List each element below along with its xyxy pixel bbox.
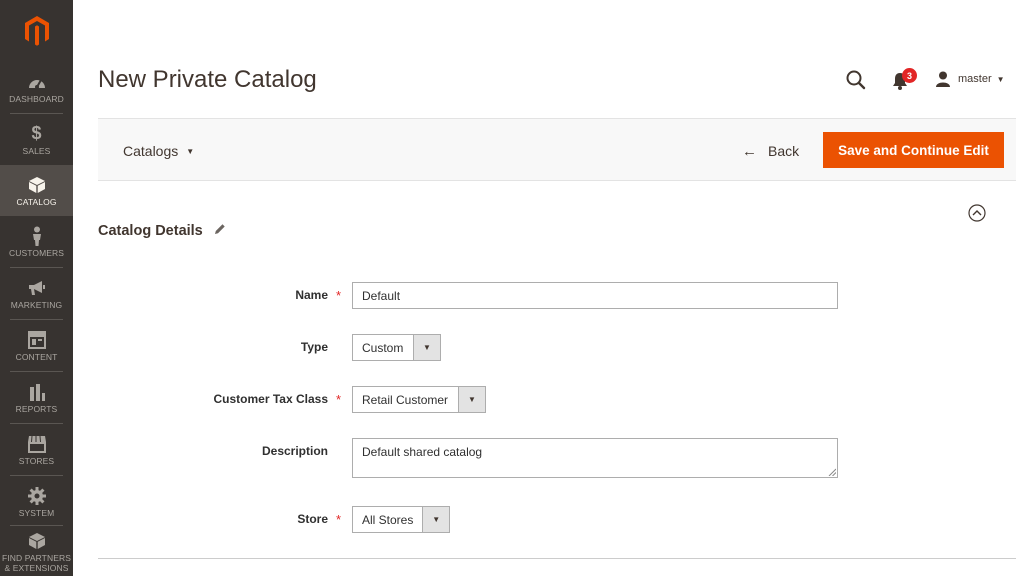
- store-select[interactable]: All Stores ▼: [352, 506, 450, 533]
- description-value: Default shared catalog: [362, 445, 483, 459]
- name-label: Name: [295, 288, 328, 302]
- collapse-section-icon[interactable]: [968, 204, 986, 222]
- sidebar-item-label: DASHBOARD: [9, 93, 64, 104]
- chevron-down-icon: ▼: [996, 74, 1005, 84]
- page-actions-bar: Catalogs ▼ ← Back Save and Continue Edit: [98, 118, 1016, 181]
- box-icon: [28, 175, 46, 195]
- bar-chart-icon: [28, 382, 46, 402]
- sidebar-item-system[interactable]: SYSTEM: [0, 476, 73, 527]
- name-input[interactable]: Default: [352, 282, 838, 309]
- sidebar-item-label: CONTENT: [15, 351, 58, 362]
- user-icon: [936, 71, 950, 87]
- section-divider: [98, 558, 1016, 559]
- sidebar-item-label: MARKETING: [10, 299, 63, 310]
- notification-count-badge: 3: [902, 68, 917, 83]
- tax-class-select-value: Retail Customer: [362, 392, 449, 407]
- sidebar-item-find-partners[interactable]: FIND PARTNERS & EXTENSIONS: [0, 528, 73, 576]
- store-label: Store: [297, 512, 328, 526]
- user-name: master: [958, 73, 992, 85]
- type-select-value: Custom: [362, 340, 404, 355]
- chevron-down-icon: ▼: [186, 146, 195, 156]
- sidebar-item-label: REPORTS: [15, 403, 58, 414]
- page-title: New Private Catalog: [98, 66, 317, 93]
- dashboard-icon: [27, 72, 47, 92]
- sidebar-item-label: CATALOG: [16, 196, 57, 207]
- back-button-label: Back: [768, 143, 800, 159]
- arrow-left-icon: ←: [742, 142, 757, 160]
- layout-icon: [27, 330, 46, 350]
- section-title: Catalog Details: [98, 223, 203, 239]
- user-menu[interactable]: master ▼: [935, 70, 1005, 88]
- sidebar-item-label: STORES: [18, 455, 55, 466]
- sidebar-item-stores[interactable]: STORES: [0, 424, 73, 475]
- resize-handle-icon[interactable]: [828, 468, 836, 476]
- sidebar-item-sales[interactable]: $ SALES: [0, 114, 73, 165]
- sidebar-item-customers[interactable]: CUSTOMERS: [0, 216, 73, 267]
- person-icon: [31, 226, 43, 246]
- description-textarea[interactable]: Default shared catalog: [352, 438, 838, 478]
- gear-icon: [27, 486, 46, 506]
- chevron-down-icon: ▼: [422, 507, 449, 532]
- required-marker: *: [336, 392, 342, 407]
- catalogs-switcher-label: Catalogs: [123, 143, 179, 159]
- sidebar-item-content[interactable]: CONTENT: [0, 320, 73, 371]
- type-select[interactable]: Custom ▼: [352, 334, 441, 361]
- chevron-down-icon: ▼: [413, 335, 440, 360]
- catalogs-switcher[interactable]: Catalogs ▼: [123, 143, 194, 159]
- chevron-down-icon: ▼: [458, 387, 485, 412]
- back-button[interactable]: ← Back: [742, 141, 799, 161]
- sidebar-divider: [10, 525, 63, 526]
- sidebar-item-label: SYSTEM: [18, 507, 55, 518]
- search-icon[interactable]: [845, 69, 867, 91]
- dollar-icon: $: [31, 123, 42, 143]
- sidebar-item-catalog[interactable]: CATALOG: [0, 165, 73, 216]
- required-marker: *: [336, 512, 342, 527]
- sidebar-item-label: CUSTOMERS: [8, 247, 65, 258]
- puzzle-box-icon: [28, 531, 46, 551]
- sidebar-item-label: SALES: [22, 145, 51, 156]
- sidebar-item-marketing[interactable]: MARKETING: [0, 268, 73, 319]
- section-catalog-details[interactable]: Catalog Details: [98, 223, 226, 239]
- notifications-button[interactable]: 3: [889, 68, 917, 92]
- pencil-icon: [214, 223, 226, 239]
- required-marker: *: [336, 288, 342, 303]
- store-select-value: All Stores: [362, 512, 414, 527]
- sidebar-item-label: FIND PARTNERS & EXTENSIONS: [2, 553, 71, 573]
- type-label: Type: [300, 340, 328, 354]
- megaphone-icon: [27, 278, 47, 298]
- magento-logo-icon[interactable]: [0, 0, 73, 62]
- tax-class-select[interactable]: Retail Customer ▼: [352, 386, 486, 413]
- sidebar-item-reports[interactable]: REPORTS: [0, 372, 73, 423]
- storefront-icon: [27, 434, 47, 454]
- sidebar-item-dashboard[interactable]: DASHBOARD: [0, 62, 73, 113]
- admin-sidebar: DASHBOARD $ SALES CATALOG CUSTOMERS MARK…: [0, 0, 73, 576]
- description-label: Description: [261, 444, 328, 458]
- save-and-continue-button[interactable]: Save and Continue Edit: [823, 132, 1004, 168]
- tax-class-label: Customer Tax Class: [213, 392, 329, 406]
